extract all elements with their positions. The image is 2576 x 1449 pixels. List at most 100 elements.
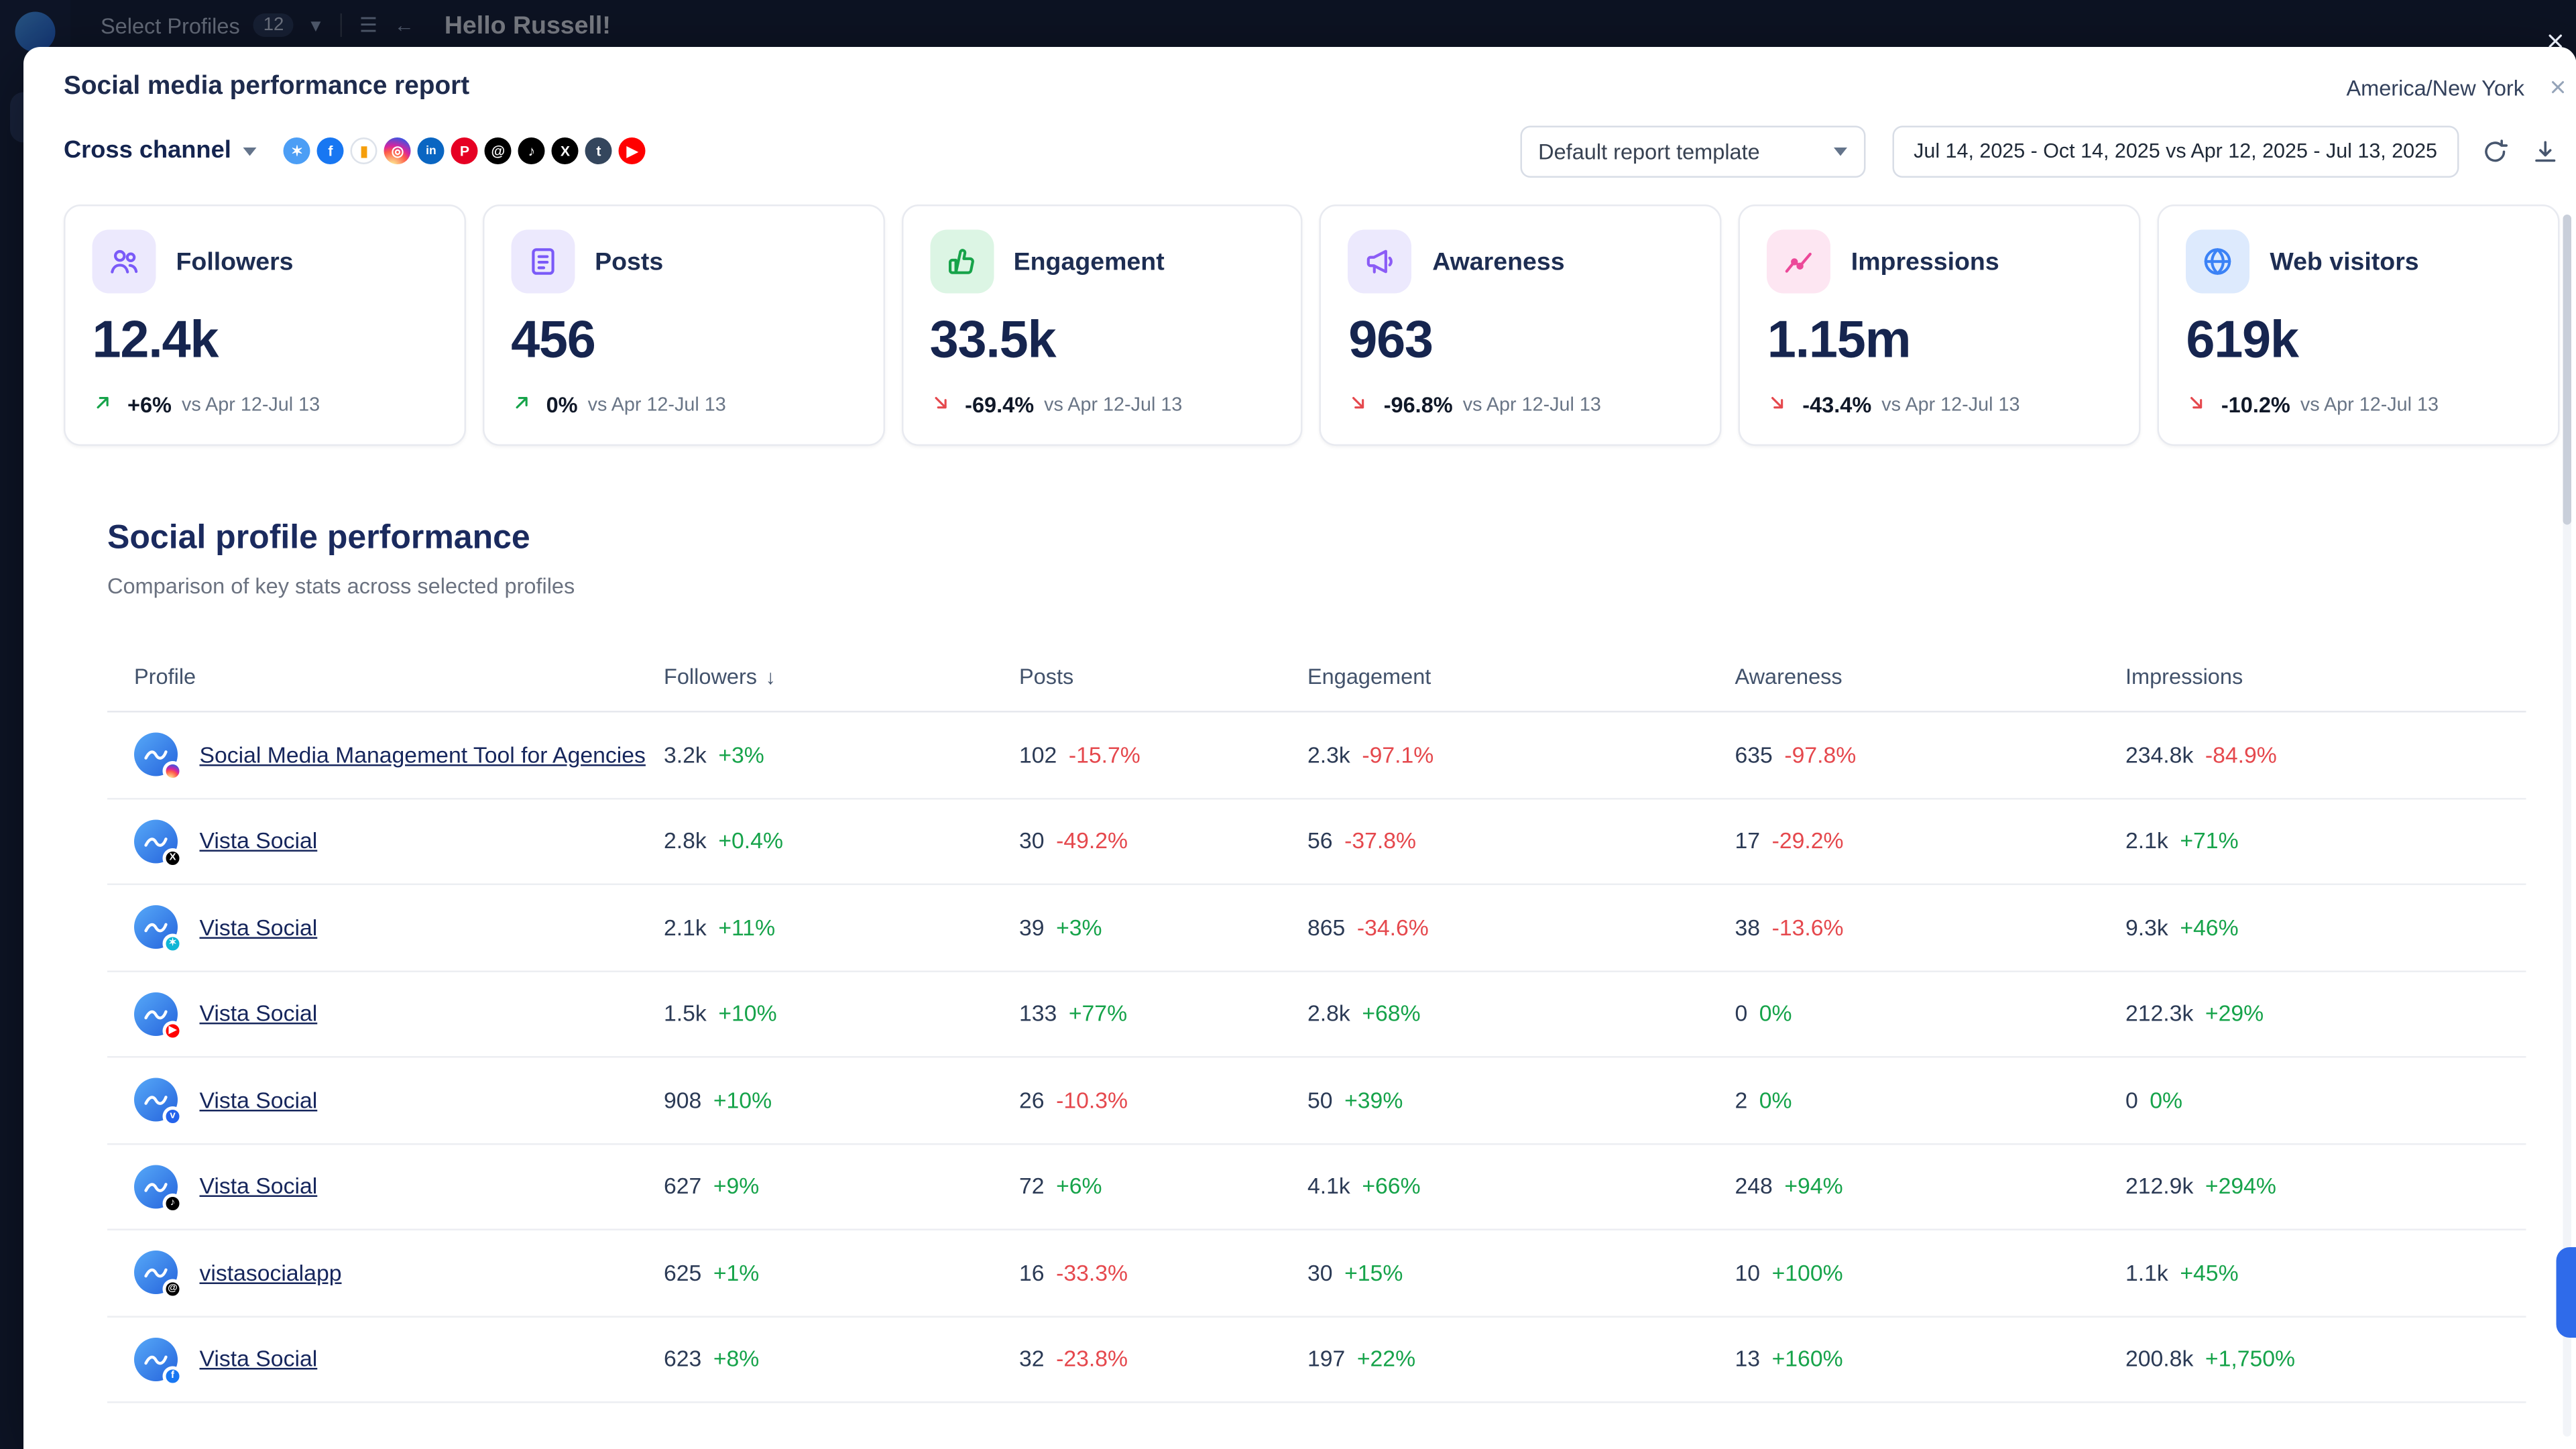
kpi-label: Followers [176, 247, 294, 276]
posts-cell: 16-33.3% [1019, 1260, 1307, 1285]
posts-cell: 32-23.8% [1019, 1346, 1307, 1372]
kpi-delta: -69.4% [965, 392, 1034, 418]
platform-youtube-icon[interactable]: ▶ [618, 137, 646, 164]
kpi-card-web-visitors: Web visitors 619k -10.2% vs Apr 12-Jul 1… [2158, 205, 2560, 446]
channel-label: Cross channel [64, 137, 231, 164]
kpi-value: 33.5k [930, 310, 1275, 371]
channel-dropdown[interactable]: Cross channel [64, 137, 256, 164]
followers-cell: 2.1k+11% [664, 915, 1019, 940]
profile-performance-section: Social profile performance Comparison of… [107, 520, 2526, 599]
kpi-compare-period: vs Apr 12-Jul 13 [1044, 395, 1182, 415]
profile-link[interactable]: Vista Social [200, 1346, 318, 1372]
date-range-value: Jul 14, 2025 - Oct 14, 2025 vs Apr 12, 2… [1914, 139, 2437, 163]
kpi-value: 1.15m [1767, 310, 2113, 371]
kpi-label: Impressions [1851, 247, 1999, 276]
profile-link[interactable]: Vista Social [200, 829, 318, 854]
close-icon[interactable] [2540, 25, 2570, 56]
table-body: Social Media Management Tool for Agencie… [107, 713, 2526, 1403]
date-range-picker[interactable]: Jul 14, 2025 - Oct 14, 2025 vs Apr 12, 2… [1892, 125, 2459, 177]
posts-icon [511, 230, 575, 294]
section-title: Social profile performance [107, 520, 2526, 559]
kpi-value: 619k [2186, 310, 2531, 371]
profile-link[interactable]: Vista Social [200, 1001, 318, 1027]
kpi-value: 456 [511, 310, 856, 371]
kpi-label: Engagement [1014, 247, 1165, 276]
kpi-delta: +6% [127, 392, 172, 418]
kpi-compare-period: vs Apr 12-Jul 13 [2300, 395, 2439, 415]
platform-instagram-icon[interactable]: ◎ [384, 137, 411, 164]
download-icon[interactable] [2531, 137, 2560, 166]
modal-close-icon[interactable] [2544, 74, 2571, 101]
column-header-engagement[interactable]: Engagement [1307, 664, 1735, 689]
modal-title: Social media performance report [64, 72, 469, 103]
kpi-card-posts: Posts 456 0% vs Apr 12-Jul 13 [483, 205, 885, 446]
column-header-awareness[interactable]: Awareness [1735, 664, 2126, 689]
platform-google-business-icon[interactable]: ▮ [350, 137, 377, 164]
sort-desc-icon: ↓ [766, 664, 776, 688]
screen: ⌂✈▦▣✉★▤◎♥☑▥ +◔?☻ Select Profiles 12 ▾ ☰ … [0, 0, 2576, 1449]
platform-pinterest-icon[interactable]: P [451, 137, 478, 164]
engagement-cell: 2.3k-97.1% [1307, 742, 1735, 768]
engagement-cell: 50+39% [1307, 1088, 1735, 1113]
kpi-card-followers: Followers 12.4k +6% vs Apr 12-Jul 13 [64, 205, 466, 446]
column-header-followers[interactable]: Followers↓ [664, 664, 1019, 689]
kpi-card-impressions: Impressions 1.15m -43.4% vs Apr 12-Jul 1… [1739, 205, 2141, 446]
column-header-impressions[interactable]: Impressions [2125, 664, 2526, 689]
platform-tiktok-icon[interactable]: ♪ [518, 137, 545, 164]
chevron-down-icon [1833, 147, 1847, 156]
platform-x-icon[interactable]: X [551, 137, 579, 164]
posts-cell: 30-49.2% [1019, 829, 1307, 854]
timezone-label: America/New York [2346, 74, 2524, 100]
platform-tumblr-icon[interactable]: t [585, 137, 612, 164]
impressions-cell: 200.8k+1,750% [2125, 1346, 2526, 1372]
profile-avatar: ▶ [134, 992, 178, 1035]
engagement-icon [930, 230, 994, 294]
platform-linkedin-icon[interactable]: in [417, 137, 445, 164]
posts-cell: 133+77% [1019, 1001, 1307, 1027]
awareness-cell: 635-97.8% [1735, 742, 2126, 768]
profile-avatar: v [134, 1078, 178, 1122]
report-modal: Social media performance report America/… [23, 47, 2576, 1449]
kpi-label: Awareness [1432, 247, 1564, 276]
tiktok-badge-icon: ♪ [163, 1193, 183, 1213]
refresh-icon[interactable] [2481, 137, 2510, 166]
table-row: ▶ Vista Social 1.5k+10% 133+77% 2.8k+68%… [107, 972, 2526, 1058]
profile-link[interactable]: Vista Social [200, 915, 318, 940]
web-icon [2186, 230, 2249, 294]
awareness-cell: 20% [1735, 1088, 2126, 1113]
engagement-cell: 4.1k+66% [1307, 1174, 1735, 1200]
kpi-compare-period: vs Apr 12-Jul 13 [182, 395, 320, 415]
table-row: @ vistasocialapp 625+1% 16-33.3% 30+15% … [107, 1230, 2526, 1317]
platform-threads-icon[interactable]: @ [484, 137, 512, 164]
followers-icon [93, 230, 156, 294]
profile-link[interactable]: Vista Social [200, 1174, 318, 1200]
impressions-icon [1767, 230, 1831, 294]
table-row: f Vista Social 623+8% 32-23.8% 197+22% 1… [107, 1317, 2526, 1403]
chat-widget-tab[interactable] [2557, 1247, 2576, 1338]
profile-avatar: @ [134, 1251, 178, 1295]
column-header-posts[interactable]: Posts [1019, 664, 1307, 689]
table-row: ♪ Vista Social 627+9% 72+6% 4.1k+66% 248… [107, 1144, 2526, 1230]
chevron-down-icon [243, 147, 256, 156]
awareness-cell: 248+94% [1735, 1174, 2126, 1200]
platform-bluesky-icon[interactable]: ✶ [283, 137, 310, 164]
platform-icon-row: ✶f▮ ◎inP@♪Xt▶ [283, 137, 646, 164]
kpi-value: 12.4k [93, 310, 438, 371]
report-template-select[interactable]: Default report template [1520, 125, 1865, 177]
table-row: ✶ Vista Social 2.1k+11% 39+3% 865-34.6% … [107, 885, 2526, 972]
trend-down-arrow-icon [930, 392, 955, 418]
trend-down-arrow-icon [2186, 392, 2211, 418]
trend-down-arrow-icon [1348, 392, 1374, 418]
impressions-cell: 9.3k+46% [2125, 915, 2526, 940]
awareness-cell: 10+100% [1735, 1260, 2126, 1285]
engagement-cell: 56-37.8% [1307, 829, 1735, 854]
impressions-cell: 212.9k+294% [2125, 1174, 2526, 1200]
profile-link[interactable]: Social Media Management Tool for Agencie… [200, 742, 646, 768]
profile-link[interactable]: vistasocialapp [200, 1260, 342, 1285]
followers-cell: 908+10% [664, 1088, 1019, 1113]
instagram-badge-icon [163, 762, 183, 782]
scrollbar-thumb[interactable] [2563, 215, 2572, 525]
platform-facebook-icon[interactable]: f [316, 137, 344, 164]
profile-link[interactable]: Vista Social [200, 1088, 318, 1113]
template-value: Default report template [1538, 138, 1760, 164]
